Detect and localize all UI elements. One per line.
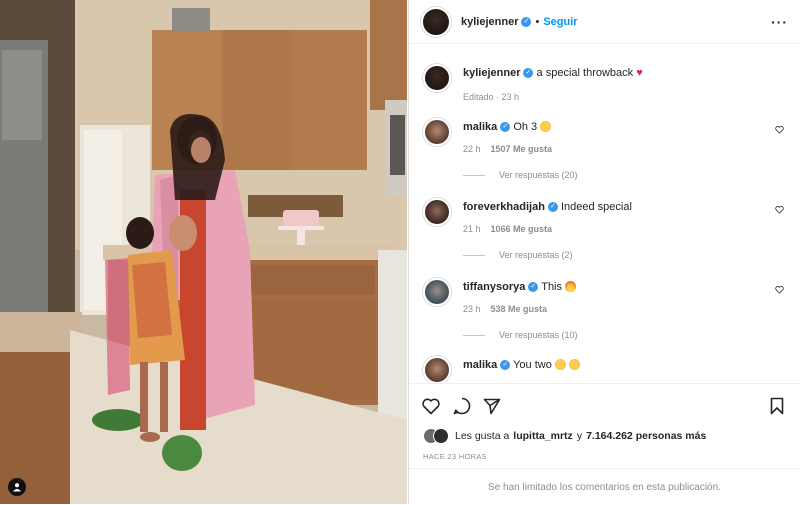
post-photo-illustration: [0, 0, 407, 504]
red-heart-emoji: ♥: [636, 67, 643, 79]
caption-avatar[interactable]: [423, 64, 451, 92]
action-bar: [409, 383, 800, 428]
comment-username[interactable]: malika: [463, 359, 497, 371]
commenter-avatar[interactable]: [423, 198, 451, 226]
comment-likes[interactable]: 538 Me gusta: [491, 304, 548, 314]
follow-button[interactable]: Seguir: [543, 16, 577, 28]
author-avatar[interactable]: [421, 6, 451, 37]
liker-avatar[interactable]: [433, 428, 449, 444]
commenter-avatar[interactable]: [423, 356, 451, 382]
comment-username[interactable]: tiffanysorya: [463, 281, 525, 293]
view-replies-button[interactable]: Ver respuestas (2): [463, 250, 632, 260]
commenter-avatar[interactable]: [423, 118, 451, 146]
likes-middle: y: [576, 430, 583, 442]
heart-eyes-emoji: [540, 121, 552, 132]
comment-item: malika ✓ Oh 3 22 h 1507 Me gusta Ver respu…: [409, 118, 800, 180]
separator-dot: •: [535, 15, 540, 28]
comment-text: Oh 3: [513, 121, 538, 133]
comment-item: malika ✓ You two: [409, 356, 800, 382]
view-replies-button[interactable]: Ver respuestas (20): [463, 170, 578, 180]
verified-badge-icon: ✓: [521, 16, 532, 27]
comment-like-icon[interactable]: [775, 285, 784, 294]
comment-likes[interactable]: 1507 Me gusta: [491, 144, 553, 154]
view-replies-label: Ver respuestas (10): [499, 330, 578, 340]
commenter-avatar[interactable]: [423, 278, 451, 306]
comments-limited-notice: Se han limitado los comentarios en esta …: [409, 468, 800, 505]
verified-badge-icon: ✓: [500, 360, 511, 371]
heart-eyes-emoji: [554, 359, 566, 370]
verified-badge-icon: ✓: [523, 68, 534, 79]
comment-username[interactable]: malika: [463, 121, 497, 133]
comment-text: Indeed special: [560, 201, 632, 213]
comments-list[interactable]: kyliejenner ✓ a special throwback ♥ Edita…: [409, 52, 800, 382]
comment-item: tiffanysorya ✓ This 23 h 538 Me gusta Ver …: [409, 278, 800, 340]
caption-username[interactable]: kyliejenner: [463, 67, 520, 79]
caption-meta: Editado · 23 h: [463, 92, 520, 102]
caption-text: a special throwback: [536, 67, 634, 79]
post-timestamp: HACE 23 HORAS: [423, 452, 487, 461]
more-options-icon[interactable]: ···: [771, 14, 788, 30]
view-replies-label: Ver respuestas (20): [499, 170, 578, 180]
liker-username[interactable]: lupitta_mrtz: [513, 430, 573, 442]
likes-summary: Les gusta a lupitta_mrtz y 7.164.262 per…: [423, 428, 706, 444]
verified-badge-icon: ✓: [528, 282, 539, 293]
comment-likes[interactable]: 1066 Me gusta: [491, 224, 553, 234]
comment-icon[interactable]: [452, 396, 472, 416]
heart-eyes-emoji: [568, 359, 580, 370]
comment-item: foreverkhadijah ✓ Indeed special 21 h 1066…: [409, 198, 800, 260]
comment-time: 22 h: [463, 144, 481, 154]
verified-badge-icon: ✓: [500, 122, 511, 133]
caption: kyliejenner ✓ a special throwback ♥ Edita…: [409, 64, 800, 102]
comment-like-icon[interactable]: [775, 205, 784, 214]
comment-time: 21 h: [463, 224, 481, 234]
post-photo: [0, 0, 407, 504]
verified-badge-icon: ✓: [547, 202, 558, 213]
likes-count[interactable]: 7.164.262 personas más: [586, 430, 706, 442]
comment-text: This: [541, 281, 562, 293]
share-send-icon[interactable]: [482, 396, 502, 416]
view-replies-button[interactable]: Ver respuestas (10): [463, 330, 578, 340]
view-replies-label: Ver respuestas (2): [499, 250, 573, 260]
comment-username[interactable]: foreverkhadijah: [463, 201, 545, 213]
post-header: kyliejenner ✓ • Seguir ···: [409, 0, 800, 44]
comment-text: You two: [513, 359, 552, 371]
like-heart-icon[interactable]: [421, 396, 441, 416]
comment-time: 23 h: [463, 304, 481, 314]
comment-like-icon[interactable]: [775, 125, 784, 134]
user-tag-icon[interactable]: [8, 478, 26, 496]
save-bookmark-icon[interactable]: [767, 396, 787, 416]
likes-prefix: Les gusta a: [455, 430, 510, 442]
post-side-panel: kyliejenner ✓ • Seguir ··· kyliejenner ✓ …: [408, 0, 800, 504]
comments-limited-text: Se han limitado los comentarios en esta …: [488, 481, 721, 493]
author-username[interactable]: kyliejenner: [461, 16, 518, 28]
fire-emoji: [565, 281, 576, 292]
